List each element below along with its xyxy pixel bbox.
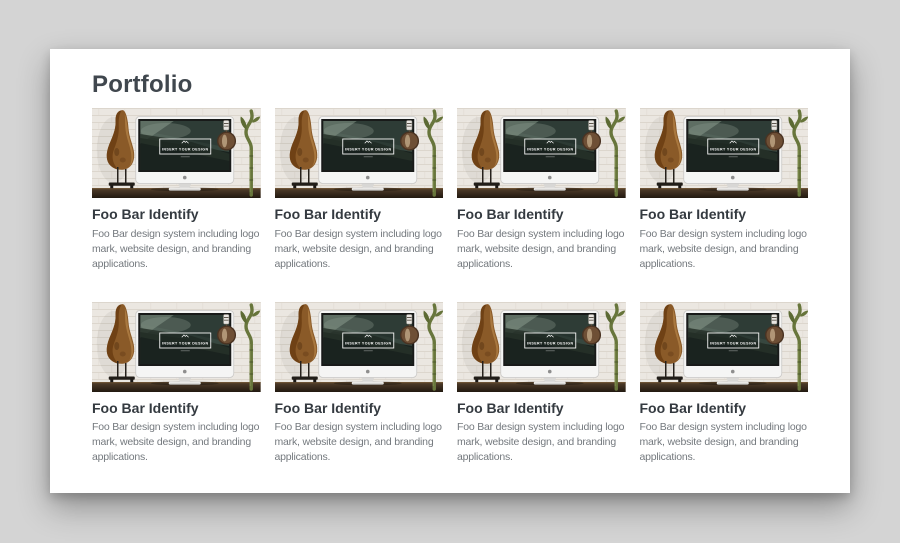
portfolio-item-title: Foo Bar Identify — [275, 400, 444, 417]
portfolio-thumbnail[interactable] — [457, 108, 626, 198]
portfolio-item-title: Foo Bar Identify — [92, 400, 261, 417]
portfolio-item-description: Foo Bar design system including logo mar… — [275, 420, 444, 465]
portfolio-thumbnail[interactable] — [92, 302, 261, 392]
portfolio-grid: Foo Bar Identify Foo Bar design system i… — [92, 108, 808, 466]
portfolio-item-description: Foo Bar design system including logo mar… — [92, 227, 261, 272]
portfolio-item-description: Foo Bar design system including logo mar… — [275, 227, 444, 272]
portfolio-card: Foo Bar Identify Foo Bar design system i… — [640, 108, 809, 272]
portfolio-card: Foo Bar Identify Foo Bar design system i… — [640, 302, 809, 466]
page-title: Portfolio — [92, 71, 808, 100]
portfolio-card: Foo Bar Identify Foo Bar design system i… — [457, 302, 626, 466]
portfolio-item-title: Foo Bar Identify — [457, 206, 626, 223]
portfolio-item-description: Foo Bar design system including logo mar… — [640, 420, 809, 465]
portfolio-card: Foo Bar Identify Foo Bar design system i… — [275, 108, 444, 272]
portfolio-item-title: Foo Bar Identify — [457, 400, 626, 417]
portfolio-thumbnail[interactable] — [640, 108, 809, 198]
portfolio-item-title: Foo Bar Identify — [640, 400, 809, 417]
portfolio-item-description: Foo Bar design system including logo mar… — [457, 420, 626, 465]
portfolio-page: Portfolio Foo Bar Identify Foo Bar desig… — [50, 49, 850, 493]
portfolio-thumbnail[interactable] — [457, 302, 626, 392]
portfolio-item-title: Foo Bar Identify — [92, 206, 261, 223]
portfolio-thumbnail[interactable] — [275, 302, 444, 392]
portfolio-card: Foo Bar Identify Foo Bar design system i… — [275, 302, 444, 466]
portfolio-card: Foo Bar Identify Foo Bar design system i… — [457, 108, 626, 272]
portfolio-card: Foo Bar Identify Foo Bar design system i… — [92, 302, 261, 466]
portfolio-thumbnail[interactable] — [92, 108, 261, 198]
portfolio-item-description: Foo Bar design system including logo mar… — [92, 420, 261, 465]
portfolio-card: Foo Bar Identify Foo Bar design system i… — [92, 108, 261, 272]
portfolio-item-description: Foo Bar design system including logo mar… — [640, 227, 809, 272]
portfolio-item-title: Foo Bar Identify — [275, 206, 444, 223]
portfolio-thumbnail[interactable] — [275, 108, 444, 198]
portfolio-item-description: Foo Bar design system including logo mar… — [457, 227, 626, 272]
portfolio-item-title: Foo Bar Identify — [640, 206, 809, 223]
portfolio-thumbnail[interactable] — [640, 302, 809, 392]
